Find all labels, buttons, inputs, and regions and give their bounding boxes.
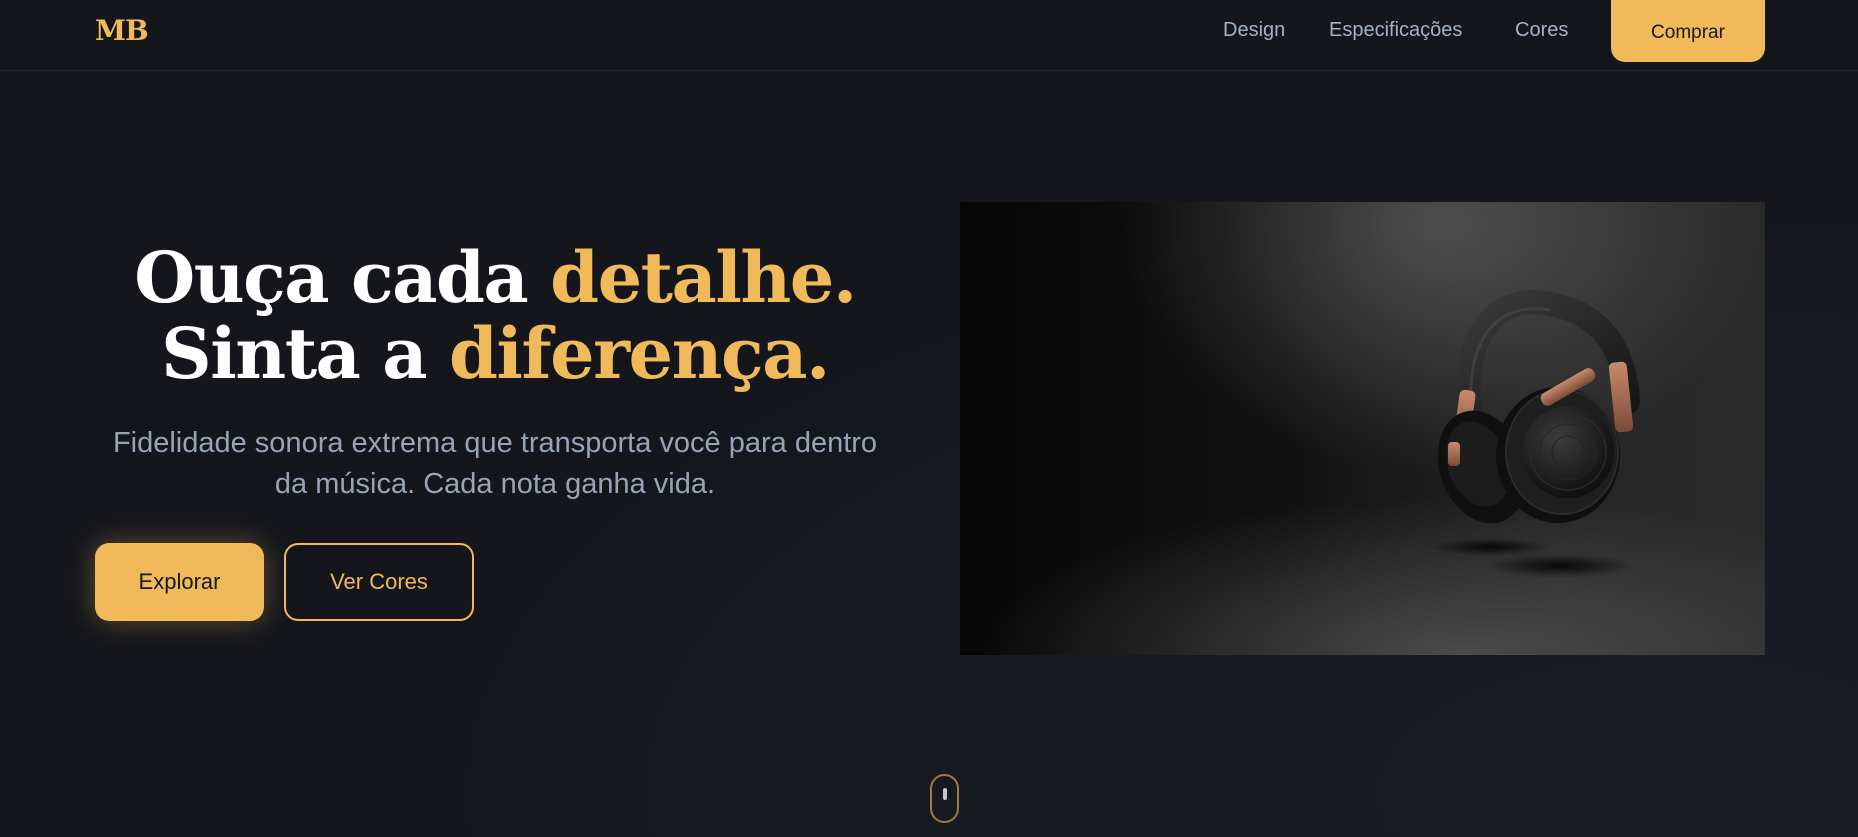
- title-line1-text: Ouça cada: [134, 236, 551, 319]
- scroll-wheel-dot: [943, 788, 947, 800]
- logo[interactable]: MB: [95, 14, 149, 47]
- headphones-illustration: [1430, 290, 1640, 578]
- nav-link-especificacoes[interactable]: Especificações: [1329, 19, 1462, 42]
- nav-link-design[interactable]: Design: [1223, 19, 1285, 42]
- headphones-image: [960, 202, 1765, 655]
- title-line2-text: Sinta a: [161, 312, 449, 395]
- nav-link-cores[interactable]: Cores: [1515, 19, 1568, 42]
- hero-title: Ouça cada detalhe. Sinta a diferença.: [95, 240, 895, 392]
- buy-button[interactable]: Comprar: [1611, 0, 1765, 62]
- hero-title-line2: Sinta a diferença.: [161, 312, 830, 395]
- see-colors-button[interactable]: Ver Cores: [284, 543, 474, 621]
- explore-button[interactable]: Explorar: [95, 543, 264, 621]
- hero-subtitle: Fidelidade sonora extrema que transporta…: [112, 427, 878, 500]
- title-line1-accent: detalhe.: [550, 236, 857, 319]
- top-navbar: MB Design Especificações Cores Comprar: [0, 0, 1858, 71]
- title-line2-accent: diferença.: [448, 312, 830, 395]
- mouse-scroll-icon[interactable]: [930, 774, 959, 823]
- hero-title-line1: Ouça cada detalhe.: [134, 236, 857, 319]
